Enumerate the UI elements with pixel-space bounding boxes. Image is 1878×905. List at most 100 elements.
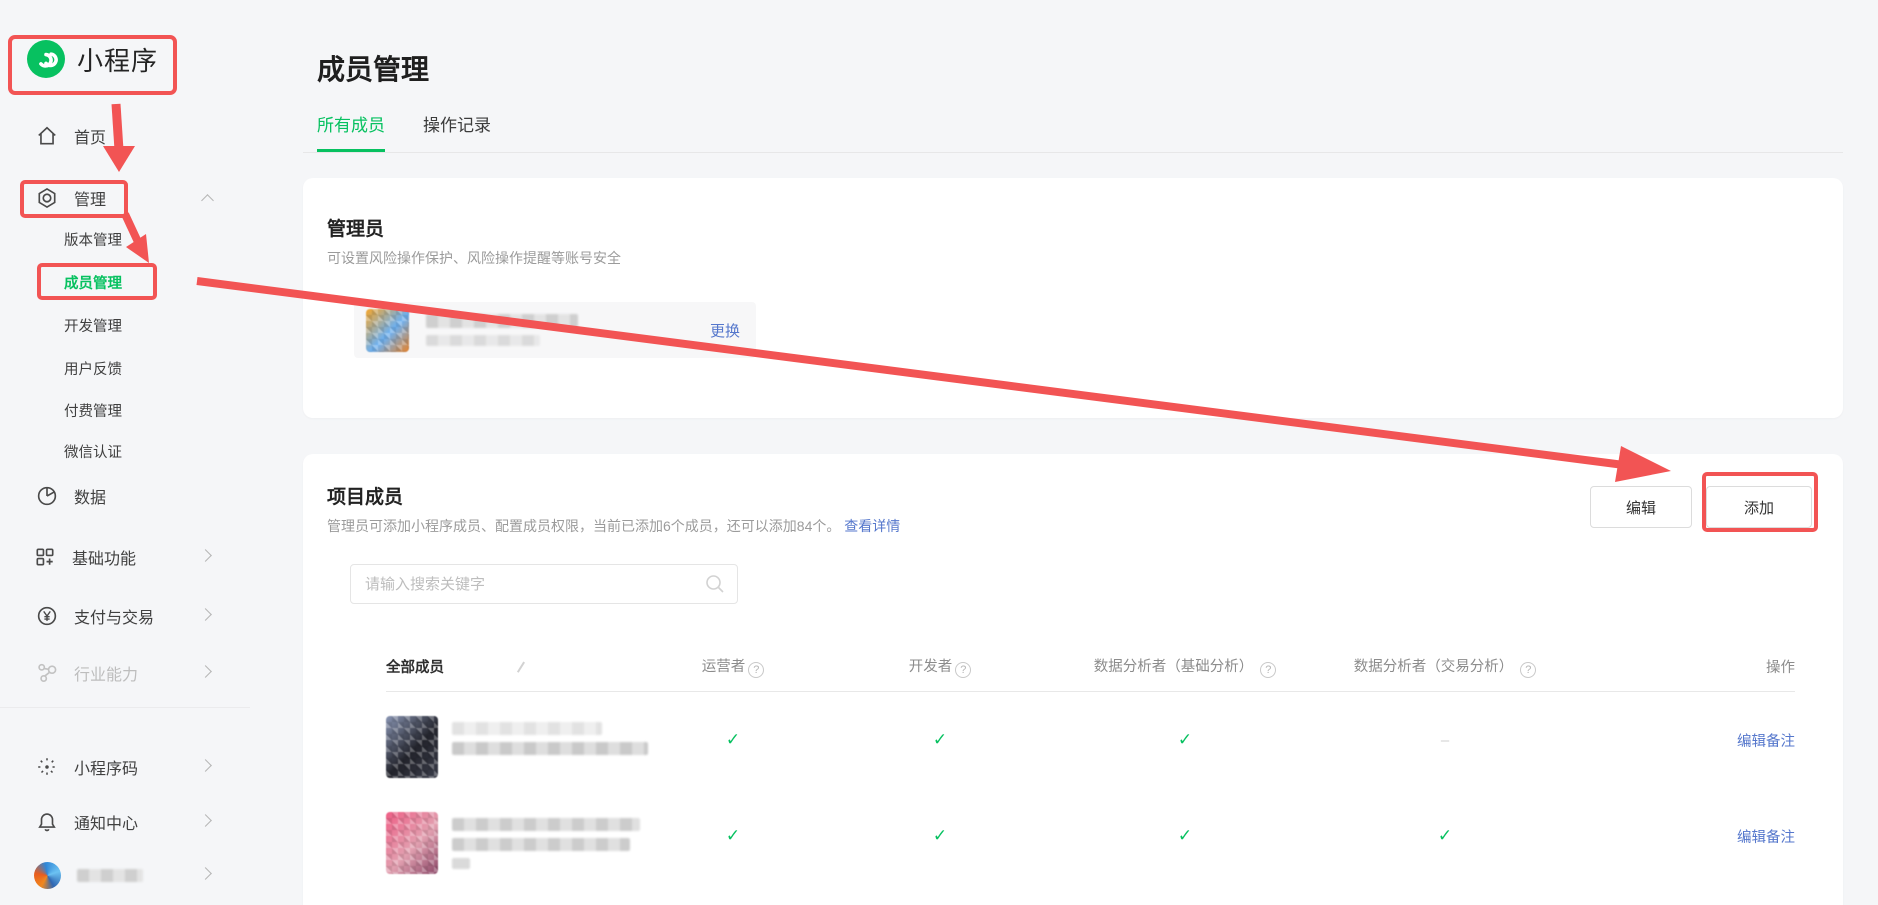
sidebar-item-label: 支付与交易 <box>74 604 154 628</box>
project-members-desc-text: 管理员可添加小程序成员、配置成员权限，当前已添加6个成员，还可以添加84个。 <box>327 518 840 534</box>
main-content: 成员管理 所有成员 操作记录 管理员 可设置风险操作保护、风险操作提醒等账号安全… <box>303 0 1843 905</box>
add-button[interactable]: 添加 <box>1706 486 1812 528</box>
col-header-operator: 运营者? <box>641 655 825 678</box>
sidebar-item-label: 行业能力 <box>74 661 138 685</box>
analyst-trade-check-icon: ✓ <box>1315 826 1575 846</box>
tab-all-members[interactable]: 所有成员 <box>317 111 385 152</box>
col-header-label: 运营者 <box>702 659 746 675</box>
member-row <box>386 884 1795 905</box>
member-identity <box>386 898 641 905</box>
miniprogram-logo-icon <box>27 40 65 78</box>
chevron-up-icon[interactable] <box>201 194 214 207</box>
page-title: 成员管理 <box>317 48 1843 88</box>
sidebar-item-wechat-verify[interactable]: 微信认证 <box>64 441 122 462</box>
chevron-right-icon <box>199 759 212 772</box>
redacted-text-line <box>452 838 630 851</box>
chevron-right-icon <box>199 665 212 678</box>
admin-card-desc: 可设置风险操作保护、风险操作提醒等账号安全 <box>327 248 621 268</box>
col-header-analyst-basic: 数据分析者（基础分析） ? <box>1055 655 1315 678</box>
col-header-developer: 开发者? <box>825 655 1055 678</box>
operator-check-icon: ✓ <box>641 826 825 846</box>
admin-card: 管理员 可设置风险操作保护、风险操作提醒等账号安全 更换 <box>303 178 1843 418</box>
redacted-text-line <box>452 742 648 755</box>
developer-check-icon: ✓ <box>825 826 1055 846</box>
member-name-redacted <box>452 716 648 755</box>
linked-account-logo-icon <box>34 862 61 889</box>
admin-account-row: 更换 <box>354 302 756 358</box>
edit-remark-link[interactable]: 编辑备注 <box>1737 830 1795 846</box>
sidebar-item-dev-manage[interactable]: 开发管理 <box>64 315 122 336</box>
col-header-all-members: 全部成员 <box>386 656 641 677</box>
sidebar-item-minicode[interactable]: 小程序码 <box>36 755 138 779</box>
col-header-label: 数据分析者（交易分析） <box>1354 659 1514 675</box>
help-icon[interactable]: ? <box>1520 662 1536 678</box>
member-identity <box>386 798 641 874</box>
grid-icon <box>34 546 56 568</box>
help-icon[interactable]: ? <box>748 662 764 678</box>
operator-check-icon: ✓ <box>641 730 825 750</box>
sidebar-item-linked-account[interactable] <box>34 862 143 889</box>
project-members-title: 项目成员 <box>327 482 403 509</box>
developer-check-icon: ✓ <box>825 730 1055 750</box>
tab-bar: 所有成员 操作记录 <box>303 111 1843 153</box>
mini-program-code-icon <box>36 756 58 778</box>
sidebar-item-data[interactable]: 数据 <box>36 484 106 508</box>
chevron-right-icon <box>199 549 212 562</box>
edit-button[interactable]: 编辑 <box>1590 486 1692 528</box>
sidebar-divider <box>0 707 250 708</box>
sidebar-item-label: 首页 <box>74 124 106 148</box>
help-icon[interactable]: ? <box>1260 662 1276 678</box>
sidebar-item-member-manage[interactable]: 成员管理 <box>64 272 122 293</box>
sidebar-item-payment-trade[interactable]: 支付与交易 <box>36 604 154 628</box>
bell-icon <box>36 811 58 833</box>
admin-id-redacted <box>426 335 540 346</box>
change-admin-link[interactable]: 更换 <box>710 320 740 341</box>
member-avatar <box>386 812 438 874</box>
sidebar-item-label: 基础功能 <box>72 545 136 569</box>
col-header-label: 全部成员 <box>386 656 444 677</box>
sidebar-item-label: 小程序码 <box>74 755 138 779</box>
members-table: 全部成员 运营者? 开发者? 数据分析者（基础分析） ? 数据分析者（交易分析）… <box>386 642 1795 905</box>
sidebar-item-version-manage[interactable]: 版本管理 <box>64 229 122 250</box>
manage-icon <box>36 187 58 209</box>
filter-caret-icon <box>517 661 525 672</box>
sidebar-item-notify-center[interactable]: 通知中心 <box>36 810 138 834</box>
sidebar-item-pay-manage[interactable]: 付费管理 <box>64 400 122 421</box>
molecule-icon <box>36 662 58 684</box>
chevron-right-icon <box>199 867 212 880</box>
chevron-right-icon <box>199 608 212 621</box>
analyst-basic-check-icon: ✓ <box>1055 826 1315 846</box>
sidebar-item-basic-features[interactable]: 基础功能 <box>34 545 136 569</box>
tab-operation-log[interactable]: 操作记录 <box>423 111 491 152</box>
sidebar-item-label: 通知中心 <box>74 810 138 834</box>
view-details-link[interactable]: 查看详情 <box>844 518 900 534</box>
app-logo[interactable]: 小程序 <box>27 40 158 78</box>
sidebar-item-home[interactable]: 首页 <box>36 124 106 148</box>
analyst-trade-dash: – <box>1315 732 1575 749</box>
project-members-card: 项目成员 管理员可添加小程序成员、配置成员权限，当前已添加6个成员，还可以添加8… <box>303 454 1843 905</box>
project-members-desc: 管理员可添加小程序成员、配置成员权限，当前已添加6个成员，还可以添加84个。 查… <box>327 516 900 536</box>
redacted-text-line <box>452 722 602 735</box>
sidebar-item-manage[interactable]: 管理 <box>36 186 106 210</box>
edit-remark-link[interactable]: 编辑备注 <box>1737 734 1795 750</box>
member-identity <box>386 702 641 778</box>
member-row: ✓ ✓ ✓ ✓ 编辑备注 <box>386 788 1795 884</box>
col-header-analyst-trade: 数据分析者（交易分析） ? <box>1315 655 1575 678</box>
member-avatar <box>386 716 438 778</box>
sidebar: 小程序 首页 管理 版本管理 成员管理 开发管理 用户反馈 付费管理 微信认证 … <box>0 0 250 905</box>
admin-avatar <box>366 309 409 352</box>
col-header-action: 操作 <box>1575 656 1795 677</box>
col-header-label: 数据分析者（基础分析） <box>1094 659 1254 675</box>
home-icon <box>36 125 58 147</box>
sidebar-item-user-feedback[interactable]: 用户反馈 <box>64 358 122 379</box>
member-management-page: 小程序 首页 管理 版本管理 成员管理 开发管理 用户反馈 付费管理 微信认证 … <box>0 0 1878 905</box>
redacted-text-line <box>452 858 470 869</box>
redacted-text-line <box>452 818 640 831</box>
members-table-header: 全部成员 运营者? 开发者? 数据分析者（基础分析） ? 数据分析者（交易分析）… <box>386 642 1795 692</box>
search-input[interactable] <box>350 564 738 604</box>
help-icon[interactable]: ? <box>955 662 971 678</box>
linked-account-name-redacted <box>77 869 143 882</box>
sidebar-item-industry[interactable]: 行业能力 <box>36 661 138 685</box>
yen-circle-icon <box>36 605 58 627</box>
admin-card-title: 管理员 <box>327 214 384 241</box>
